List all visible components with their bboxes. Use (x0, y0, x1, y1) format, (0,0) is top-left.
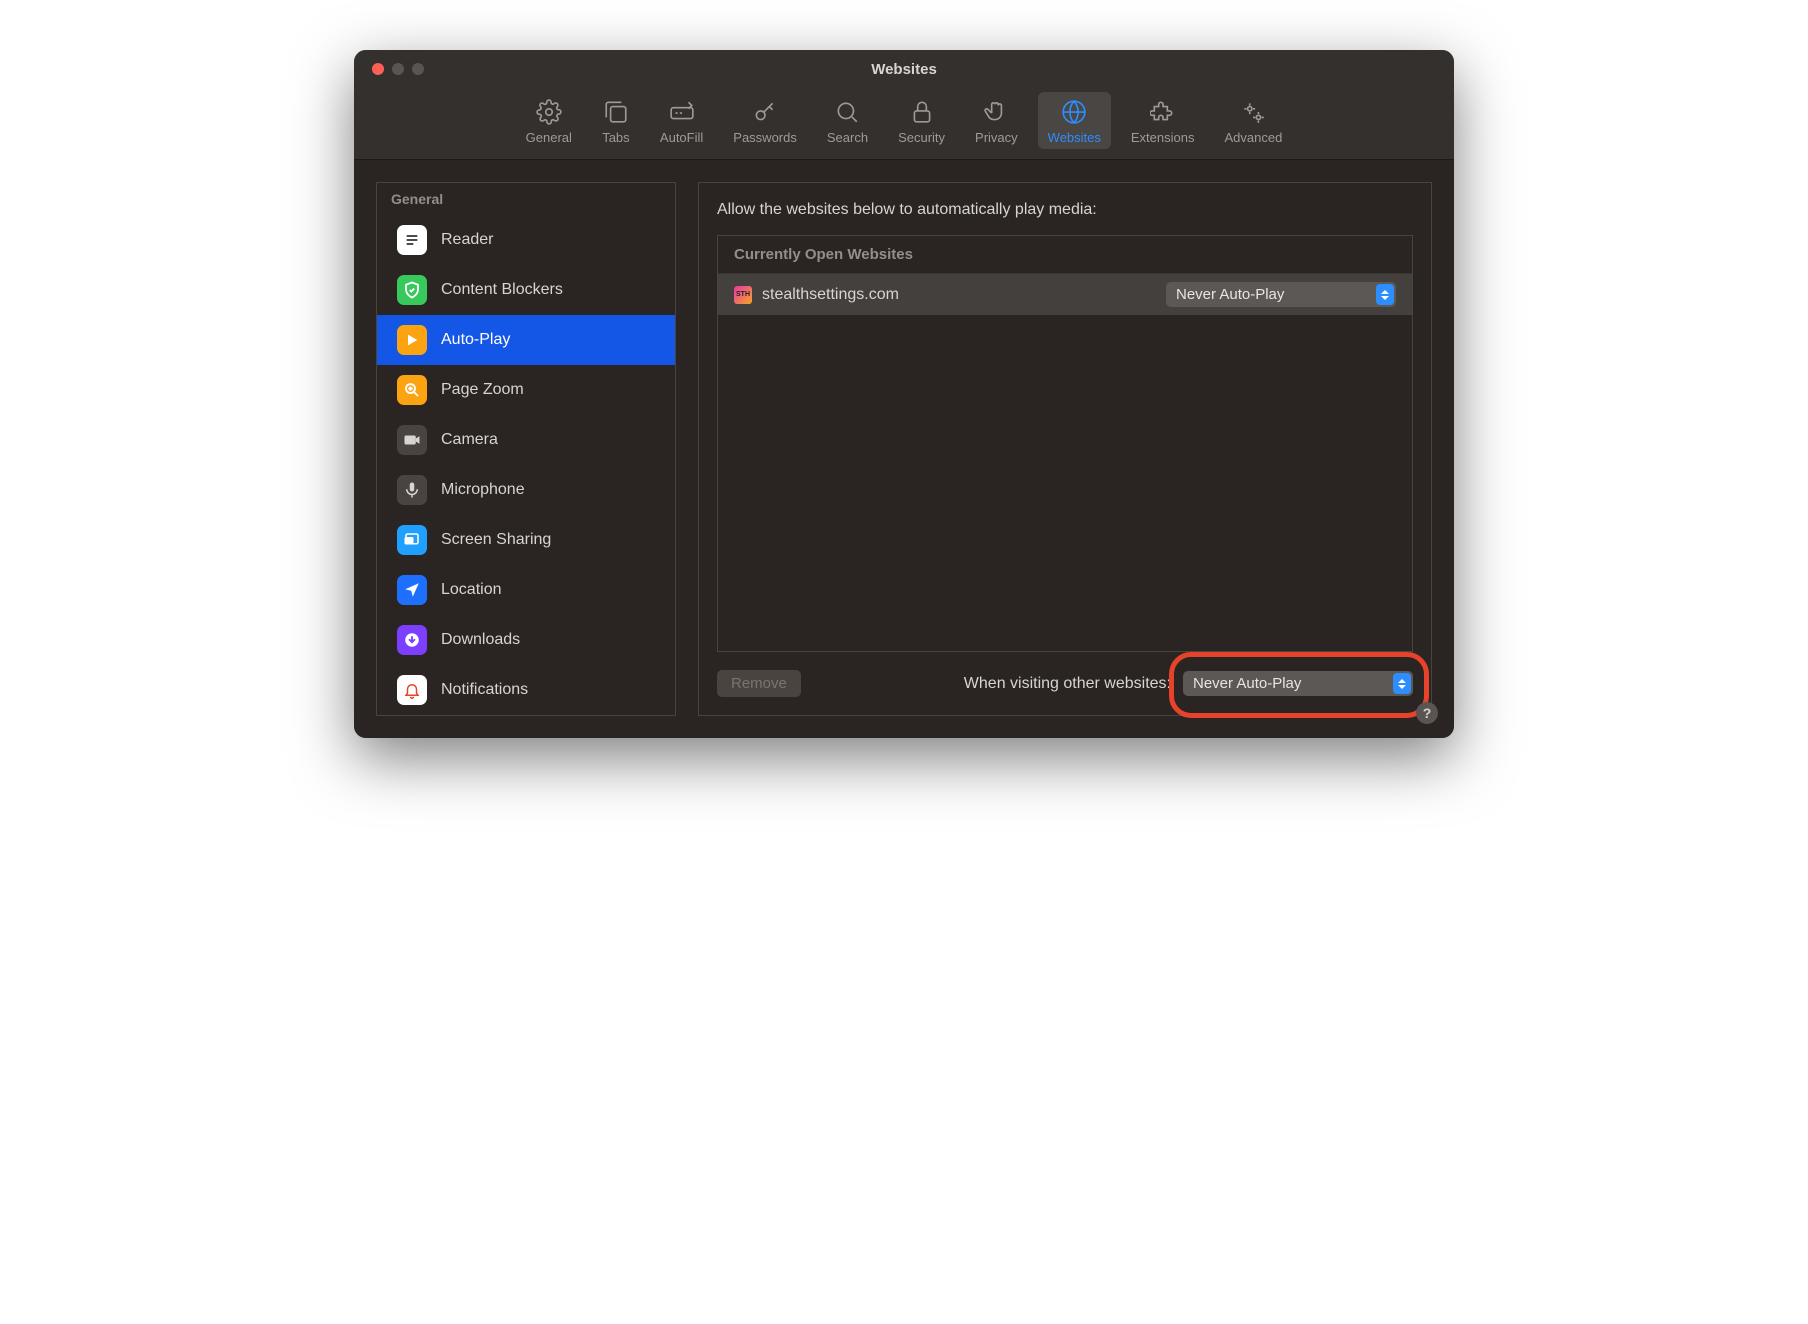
chevron-updown-icon (1376, 284, 1394, 305)
toolbar-search[interactable]: Search (817, 92, 878, 149)
toolbar-label: Advanced (1224, 130, 1282, 145)
list-header: Currently Open Websites (718, 236, 1412, 274)
toolbar-label: General (526, 130, 572, 145)
sidebar-item-label: Page Zoom (441, 381, 524, 399)
toolbar-advanced[interactable]: Advanced (1214, 92, 1292, 149)
website-list: Currently Open Websites STH stealthsetti… (717, 235, 1413, 652)
toolbar-tabs[interactable]: Tabs (592, 92, 640, 149)
sidebar-item-page-zoom[interactable]: Page Zoom (377, 365, 675, 415)
toolbar-general[interactable]: General (516, 92, 582, 149)
autofill-icon (668, 98, 696, 126)
autoplay-select[interactable]: Never Auto-Play (1166, 282, 1396, 307)
toolbar-security[interactable]: Security (888, 92, 955, 149)
sidebar-item-label: Camera (441, 431, 498, 449)
list-empty-area (718, 315, 1412, 651)
sidebar-item-camera[interactable]: Camera (377, 415, 675, 465)
preferences-window: Websites General Tabs AutoFill Passwords… (354, 50, 1454, 738)
toolbar-privacy[interactable]: Privacy (965, 92, 1028, 149)
toolbar-label: AutoFill (660, 130, 703, 145)
remove-button[interactable]: Remove (717, 670, 801, 697)
titlebar: Websites (354, 50, 1454, 88)
select-value: Never Auto-Play (1176, 286, 1284, 303)
default-autoplay-select[interactable]: Never Auto-Play (1183, 671, 1413, 696)
chevron-updown-icon (1393, 673, 1411, 694)
key-icon (751, 98, 779, 126)
toolbar-label: Security (898, 130, 945, 145)
bottom-row: Remove When visiting other websites: Nev… (717, 670, 1413, 697)
tabs-icon (602, 98, 630, 126)
sidebar-item-label: Auto-Play (441, 331, 510, 349)
toolbar-websites[interactable]: Websites (1038, 92, 1111, 149)
sidebar-item-microphone[interactable]: Microphone (377, 465, 675, 515)
sidebar-item-label: Downloads (441, 631, 520, 649)
sidebar-item-autoplay[interactable]: Auto-Play (377, 315, 675, 365)
favicon-icon: STH (734, 286, 752, 304)
play-icon (397, 325, 427, 355)
toolbar-label: Privacy (975, 130, 1018, 145)
screen-share-icon (397, 525, 427, 555)
camera-icon (397, 425, 427, 455)
sidebar: General Reader Content Blockers Auto-Pla… (376, 182, 676, 716)
toolbar: General Tabs AutoFill Passwords Search S… (354, 88, 1454, 160)
sidebar-item-label: Content Blockers (441, 281, 563, 299)
window-title: Websites (354, 61, 1454, 78)
reader-icon (397, 225, 427, 255)
hand-icon (982, 98, 1010, 126)
toolbar-label: Extensions (1131, 130, 1195, 145)
main-panel: Allow the websites below to automaticall… (698, 182, 1432, 716)
content: General Reader Content Blockers Auto-Pla… (354, 160, 1454, 738)
sidebar-item-content-blockers[interactable]: Content Blockers (377, 265, 675, 315)
toolbar-extensions[interactable]: Extensions (1121, 92, 1205, 149)
sidebar-item-downloads[interactable]: Downloads (377, 615, 675, 665)
sidebar-item-screen-sharing[interactable]: Screen Sharing (377, 515, 675, 565)
toolbar-passwords[interactable]: Passwords (723, 92, 807, 149)
main-heading: Allow the websites below to automaticall… (717, 201, 1413, 219)
zoom-icon (397, 375, 427, 405)
puzzle-icon (1149, 98, 1177, 126)
toolbar-label: Passwords (733, 130, 797, 145)
microphone-icon (397, 475, 427, 505)
sidebar-item-label: Screen Sharing (441, 531, 551, 549)
globe-icon (1060, 98, 1088, 126)
sidebar-item-notifications[interactable]: Notifications (377, 665, 675, 715)
sidebar-item-location[interactable]: Location (377, 565, 675, 615)
search-icon (833, 98, 861, 126)
toolbar-label: Search (827, 130, 868, 145)
toolbar-label: Websites (1048, 130, 1101, 145)
gear-icon (535, 98, 563, 126)
sidebar-item-label: Notifications (441, 681, 528, 699)
website-row[interactable]: STH stealthsettings.com Never Auto-Play (718, 274, 1412, 315)
help-button[interactable]: ? (1416, 702, 1438, 724)
sidebar-item-label: Reader (441, 231, 493, 249)
location-icon (397, 575, 427, 605)
sidebar-item-label: Location (441, 581, 502, 599)
sidebar-item-label: Microphone (441, 481, 525, 499)
lock-icon (908, 98, 936, 126)
download-icon (397, 625, 427, 655)
toolbar-autofill[interactable]: AutoFill (650, 92, 713, 149)
toolbar-label: Tabs (602, 130, 629, 145)
sidebar-item-reader[interactable]: Reader (377, 215, 675, 265)
select-value: Never Auto-Play (1193, 675, 1301, 692)
gears-icon (1239, 98, 1267, 126)
website-domain: stealthsettings.com (762, 286, 1166, 304)
shield-check-icon (397, 275, 427, 305)
other-websites-label: When visiting other websites: (964, 675, 1171, 693)
sidebar-header: General (377, 183, 675, 215)
bell-icon (397, 675, 427, 705)
